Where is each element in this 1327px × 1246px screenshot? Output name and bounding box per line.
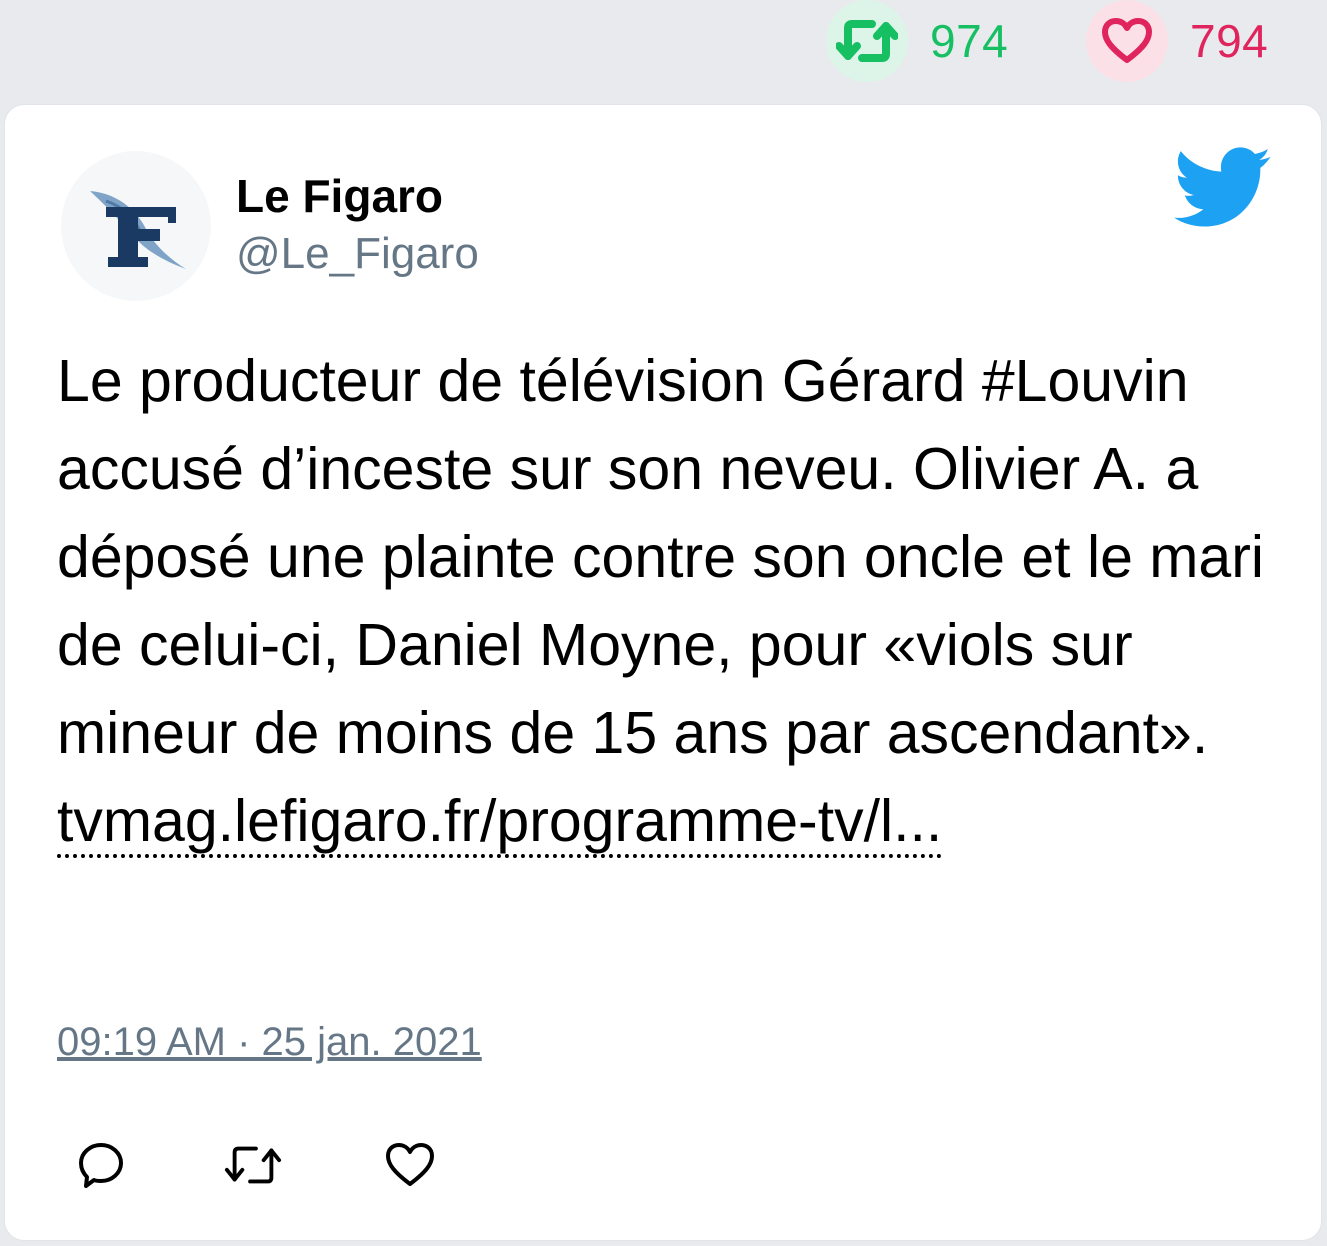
display-name[interactable]: Le Figaro (236, 169, 443, 223)
heart-icon (1102, 18, 1152, 63)
retweet-icon (224, 1146, 282, 1184)
tweet-body: Le producteur de télévision Gérard #Louv… (57, 348, 1264, 766)
retweet-stat[interactable]: 974 (826, 0, 1008, 82)
reply-icon (79, 1143, 123, 1188)
tweet-card: Le Figaro @Le_Figaro Le producteur de té… (4, 104, 1322, 1241)
tweet-link[interactable]: tvmag.lefigaro.fr/programme-tv/l... (57, 788, 943, 858)
like-count: 794 (1190, 15, 1269, 67)
reply-button[interactable] (71, 1135, 131, 1195)
retweet-count: 974 (930, 15, 1009, 67)
user-handle[interactable]: @Le_Figaro (236, 229, 479, 279)
like-stat-circle (1086, 0, 1168, 82)
engagement-stats-bar: 974 794 (0, 0, 1327, 100)
twitter-bird-icon[interactable] (1173, 147, 1273, 229)
le-figaro-logo (90, 191, 186, 269)
retweet-button[interactable] (223, 1135, 283, 1195)
retweet-icon (836, 20, 898, 62)
like-stat[interactable]: 794 (1086, 0, 1268, 82)
retweet-stat-circle (826, 0, 908, 82)
heart-icon (386, 1143, 434, 1186)
like-button[interactable] (380, 1135, 440, 1195)
tweet-actions (5, 1135, 1321, 1205)
tweet-timestamp[interactable]: 09:19 AM · 25 jan. 2021 (57, 1020, 482, 1065)
tweet-text: Le producteur de télévision Gérard #Louv… (57, 337, 1287, 865)
avatar[interactable] (61, 151, 211, 301)
